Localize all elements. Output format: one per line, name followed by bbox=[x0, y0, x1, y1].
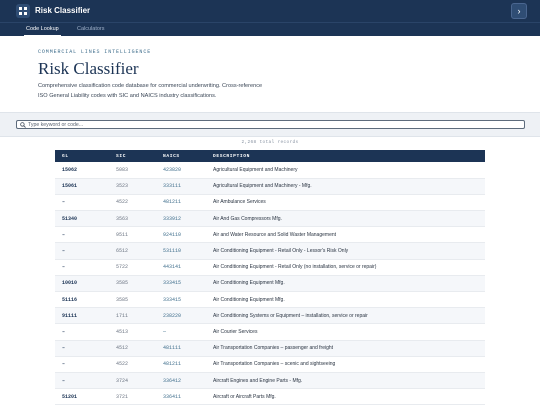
sic-code-cell: 3721 bbox=[116, 393, 129, 400]
sic-code-cell: 4522 bbox=[116, 361, 129, 368]
gl-code-cell: – bbox=[62, 248, 66, 255]
table-row[interactable]: 51116 3585 333415 Air Conditioning Equipmen… bbox=[55, 292, 485, 308]
description-cell: Air Conditioning Equipment Mfg. bbox=[213, 280, 285, 287]
description-cell: Agricultural Equipment and Machinery - M… bbox=[213, 183, 312, 190]
sic-code-cell: 9511 bbox=[116, 231, 129, 238]
sic-code-cell: 5083 bbox=[116, 166, 129, 173]
gl-code-cell: – bbox=[62, 231, 66, 238]
sic-code-cell: 6512 bbox=[116, 248, 129, 255]
sic-code-cell: 4512 bbox=[116, 345, 129, 352]
table-row[interactable]: 51201 3721 336411 Aircraft or Aircraft Part… bbox=[55, 389, 485, 405]
gl-code-cell: 10010 bbox=[62, 280, 78, 287]
gl-code-cell: – bbox=[62, 328, 66, 335]
search-box[interactable] bbox=[16, 120, 525, 129]
results-table: GL SIC NAICS DESCRIPTION 15062 5083 423820… bbox=[55, 150, 485, 405]
gl-code-cell: 51201 bbox=[62, 393, 78, 400]
top-bar: Risk Classifier › bbox=[0, 0, 540, 22]
tab-code-lookup[interactable]: Code Lookup bbox=[24, 23, 61, 36]
naics-code-cell: 333415 bbox=[163, 280, 182, 287]
gl-code-cell: 15062 bbox=[62, 166, 78, 173]
table-header-row: GL SIC NAICS DESCRIPTION bbox=[55, 150, 485, 162]
table-row[interactable]: 91111 1711 238220 Air Conditioning Systems … bbox=[55, 307, 485, 324]
table-row[interactable]: – 9511 924110 Air and Water Resource and So… bbox=[55, 227, 485, 243]
naics-code-cell: 333415 bbox=[163, 296, 182, 303]
column-header-naics[interactable]: NAICS bbox=[156, 150, 206, 162]
description-cell: Air Ambulance Services bbox=[213, 199, 266, 206]
naics-code-cell: 481111 bbox=[163, 345, 182, 352]
table-row[interactable]: – 3724 336412 Aircraft Engines and Engine P… bbox=[55, 372, 485, 389]
gl-code-cell: 51116 bbox=[62, 296, 78, 303]
description-cell: Air and Water Resource and Solid Waster … bbox=[213, 231, 337, 238]
naics-code-cell: 423820 bbox=[163, 166, 182, 173]
sic-code-cell: 4522 bbox=[116, 199, 129, 206]
description-cell: Air Transportation Companies – passenger… bbox=[213, 345, 334, 352]
table-row[interactable]: – 4522 481211 Air Transportation Companies … bbox=[55, 356, 485, 373]
sic-code-cell: 3523 bbox=[116, 183, 129, 190]
sic-code-cell: 3585 bbox=[116, 296, 129, 303]
naics-code-cell: 336412 bbox=[163, 377, 182, 384]
naics-code-cell: — bbox=[163, 328, 167, 335]
description-cell: Aircraft Engines and Engine Parts - Mfg. bbox=[213, 377, 303, 384]
table-row[interactable]: – 4512 481111 Air Transportation Companies … bbox=[55, 340, 485, 357]
table-row[interactable]: – 6512 531110 Air Conditioning Equipment - … bbox=[55, 242, 485, 260]
naics-code-cell: 333912 bbox=[163, 215, 182, 222]
gl-code-cell: 15061 bbox=[62, 183, 78, 190]
sic-code-cell: 3563 bbox=[116, 215, 129, 222]
chevron-right-icon[interactable]: › bbox=[511, 3, 527, 19]
gl-code-cell: – bbox=[62, 264, 66, 271]
page-subtitle: Comprehensive classification code databa… bbox=[38, 83, 263, 99]
naics-code-cell: 238220 bbox=[163, 312, 182, 319]
gl-code-cell: – bbox=[62, 361, 66, 368]
naics-code-cell: 443141 bbox=[163, 264, 182, 271]
gl-code-cell: – bbox=[62, 199, 66, 206]
description-cell: Aircraft or Aircraft Parts Mfg. bbox=[213, 393, 276, 400]
grid-icon[interactable] bbox=[16, 4, 30, 18]
table-row[interactable]: – 5722 443141 Air Conditioning Equipment - … bbox=[55, 259, 485, 276]
record-count: 2,268 total records bbox=[241, 140, 299, 145]
table-body: 15062 5083 423820 Agricultural Equipment an… bbox=[55, 162, 485, 405]
column-header-description[interactable]: DESCRIPTION bbox=[206, 150, 485, 162]
search-icon bbox=[20, 122, 26, 128]
table-row[interactable]: 51340 3563 333912 Air And Gas Compressors M… bbox=[55, 210, 485, 227]
tab-calculators[interactable]: Calculators bbox=[75, 23, 107, 36]
table-row[interactable]: 15061 3523 333111 Agricultural Equipment an… bbox=[55, 178, 485, 195]
description-cell: Air Conditioning Equipment - Retail Only… bbox=[213, 264, 377, 271]
description-cell: Air Transportation Companies – scenic an… bbox=[213, 361, 336, 368]
page-title: Risk Classifier bbox=[38, 59, 139, 78]
description-cell: Air Conditioning Systems or Equipment – … bbox=[213, 312, 368, 319]
sic-code-cell: 1711 bbox=[116, 312, 129, 319]
tab-bar: Code Lookup Calculators bbox=[0, 22, 540, 36]
description-cell: Agricultural Equipment and Machinery bbox=[213, 166, 298, 173]
sic-code-cell: 3585 bbox=[116, 280, 129, 287]
gl-code-cell: 51340 bbox=[62, 215, 78, 222]
gl-code-cell: 91111 bbox=[62, 312, 78, 319]
description-cell: Air Conditioning Equipment Mfg. bbox=[213, 296, 285, 303]
sic-code-cell: 5722 bbox=[116, 264, 129, 271]
description-cell: Air And Gas Compressors Mfg. bbox=[213, 215, 282, 222]
gl-code-cell: – bbox=[62, 377, 66, 384]
eyebrow-label: COMMERCIAL LINES INTELLIGENCE bbox=[38, 49, 152, 55]
search-bar bbox=[0, 112, 540, 137]
column-header-sic[interactable]: SIC bbox=[109, 150, 156, 162]
search-input[interactable] bbox=[28, 121, 518, 128]
sic-code-cell: 4513 bbox=[116, 328, 129, 335]
app-title: Risk Classifier bbox=[35, 6, 91, 15]
table-row[interactable]: – 4522 481211 Air Ambulance Services bbox=[55, 194, 485, 211]
naics-code-cell: 336411 bbox=[163, 393, 182, 400]
naics-code-cell: 924110 bbox=[163, 231, 182, 238]
description-cell: Air Courier Services bbox=[213, 328, 258, 335]
sic-code-cell: 3724 bbox=[116, 377, 129, 384]
naics-code-cell: 333111 bbox=[163, 183, 182, 190]
naics-code-cell: 481211 bbox=[163, 361, 182, 368]
table-row[interactable]: 10010 3585 333415 Air Conditioning Equipmen… bbox=[55, 275, 485, 292]
gl-code-cell: – bbox=[62, 345, 66, 352]
table-row[interactable]: – 4513 — Air Courier Services bbox=[55, 324, 485, 341]
page-header: COMMERCIAL LINES INTELLIGENCE Risk Class… bbox=[0, 36, 540, 112]
naics-code-cell: 481211 bbox=[163, 199, 182, 206]
description-cell: Air Conditioning Equipment - Retail Only… bbox=[213, 248, 349, 255]
column-header-gl[interactable]: GL bbox=[55, 150, 109, 162]
naics-code-cell: 531110 bbox=[163, 248, 182, 255]
table-row[interactable]: 15062 5083 423820 Agricultural Equipment an… bbox=[55, 162, 485, 179]
